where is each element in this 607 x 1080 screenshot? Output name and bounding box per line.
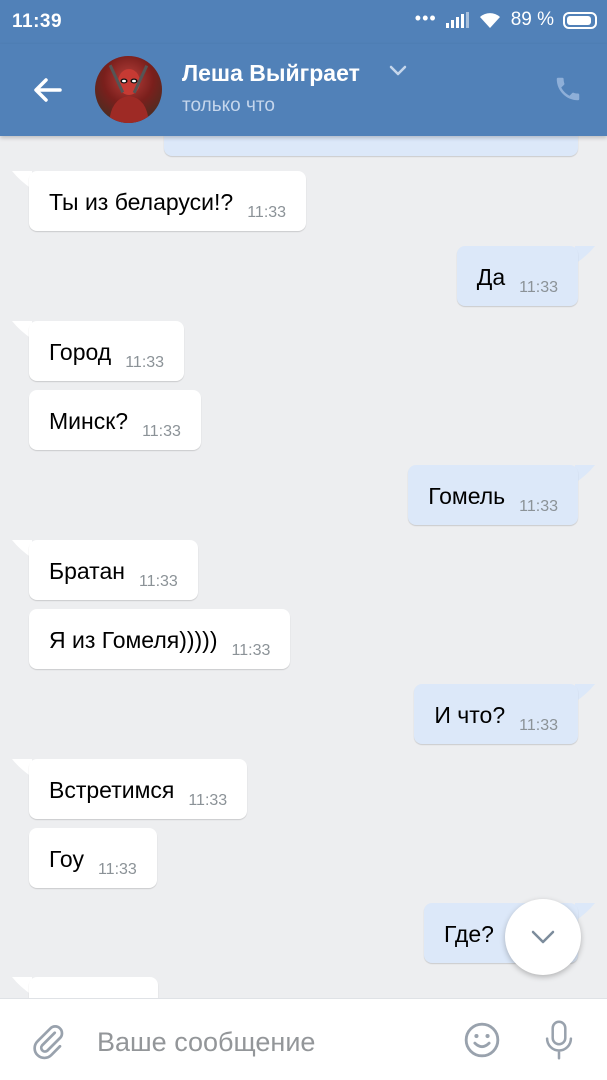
bubble-tail [575, 246, 595, 264]
microphone-icon[interactable] [542, 1019, 576, 1061]
more-dots-icon: ••• [414, 7, 437, 28]
wifi-icon [479, 13, 500, 28]
message-text: Минск? [49, 408, 129, 434]
message-outgoing[interactable]: И что? 11:33 [414, 684, 578, 744]
message-time: 11:33 [188, 792, 228, 809]
message-time: 11:33 [97, 861, 137, 878]
cell-signal-icon [445, 12, 469, 28]
status-bar: 11:39 ••• 89 % [0, 0, 607, 44]
message-text: Братан [49, 558, 125, 584]
avatar-image [108, 64, 149, 123]
status-time: 11:39 [12, 11, 63, 32]
message-text: Я из Гомеля))))) [49, 627, 218, 653]
message-text: Гоу [49, 846, 84, 872]
message-time: 11:33 [138, 573, 178, 590]
message-list[interactable]: Ты из беларуси!? 11:33 Да 11:33 Город 11:33… [0, 136, 607, 998]
bubble-tail [575, 465, 595, 483]
message-time: 11:33 [519, 498, 558, 515]
presence-status: только что [182, 95, 275, 116]
message-incoming[interactable]: Гоу 11:33 [29, 828, 157, 888]
phone-icon[interactable] [553, 74, 583, 104]
message-time: 11:33 [519, 279, 558, 296]
smile-icon[interactable] [463, 1021, 501, 1059]
bubble-tail [575, 903, 595, 921]
message-incoming[interactable]: Минск? 11:33 [29, 390, 201, 450]
message-input[interactable]: Ваше сообщение [97, 1027, 315, 1058]
chat-header: Леша Выйграет только что [0, 44, 607, 136]
message-incoming[interactable]: Я из Гомеля))))) 11:33 [29, 609, 291, 669]
message-time: 11:33 [247, 204, 287, 221]
status-icons: ••• 89 % [414, 7, 597, 31]
message-outgoing[interactable]: Гомель 11:33 [408, 465, 578, 525]
scroll-down-button[interactable] [505, 899, 581, 975]
message-text: И что? [434, 702, 506, 728]
message-time: 11:33 [231, 642, 271, 659]
message-time: 11:33 [125, 354, 165, 371]
message-time: 11:33 [142, 423, 181, 440]
message-outgoing[interactable]: Да 11:33 [456, 246, 578, 306]
message-text: Город [49, 339, 112, 365]
message-incoming[interactable]: Город 11:33 [29, 321, 185, 381]
message-bubble-partial[interactable] [164, 136, 578, 156]
message-incoming-partial[interactable] [29, 977, 158, 998]
avatar[interactable] [95, 56, 162, 123]
message-composer: Ваше сообщение [0, 998, 607, 1080]
battery-icon [563, 11, 597, 29]
message-text: Где? [444, 921, 494, 947]
message-time: 11:33 [519, 717, 558, 734]
arrow-left-icon[interactable] [30, 72, 66, 108]
message-text: Ты из беларуси!? [49, 189, 234, 215]
message-incoming[interactable]: Встретимся 11:33 [29, 759, 248, 819]
message-text: Да [476, 264, 506, 290]
bubble-tail [575, 684, 595, 702]
paperclip-icon[interactable] [30, 1021, 66, 1061]
battery-percent: 89 % [510, 9, 554, 30]
message-text: Гомель [428, 483, 506, 509]
chevron-down-icon[interactable] [388, 64, 408, 78]
chevron-down-icon [531, 930, 555, 944]
message-incoming[interactable]: Ты из беларуси!? 11:33 [29, 171, 307, 231]
message-text: Встретимся [49, 777, 175, 803]
contact-name[interactable]: Леша Выйграет [182, 60, 360, 87]
message-incoming[interactable]: Братан 11:33 [29, 540, 198, 600]
